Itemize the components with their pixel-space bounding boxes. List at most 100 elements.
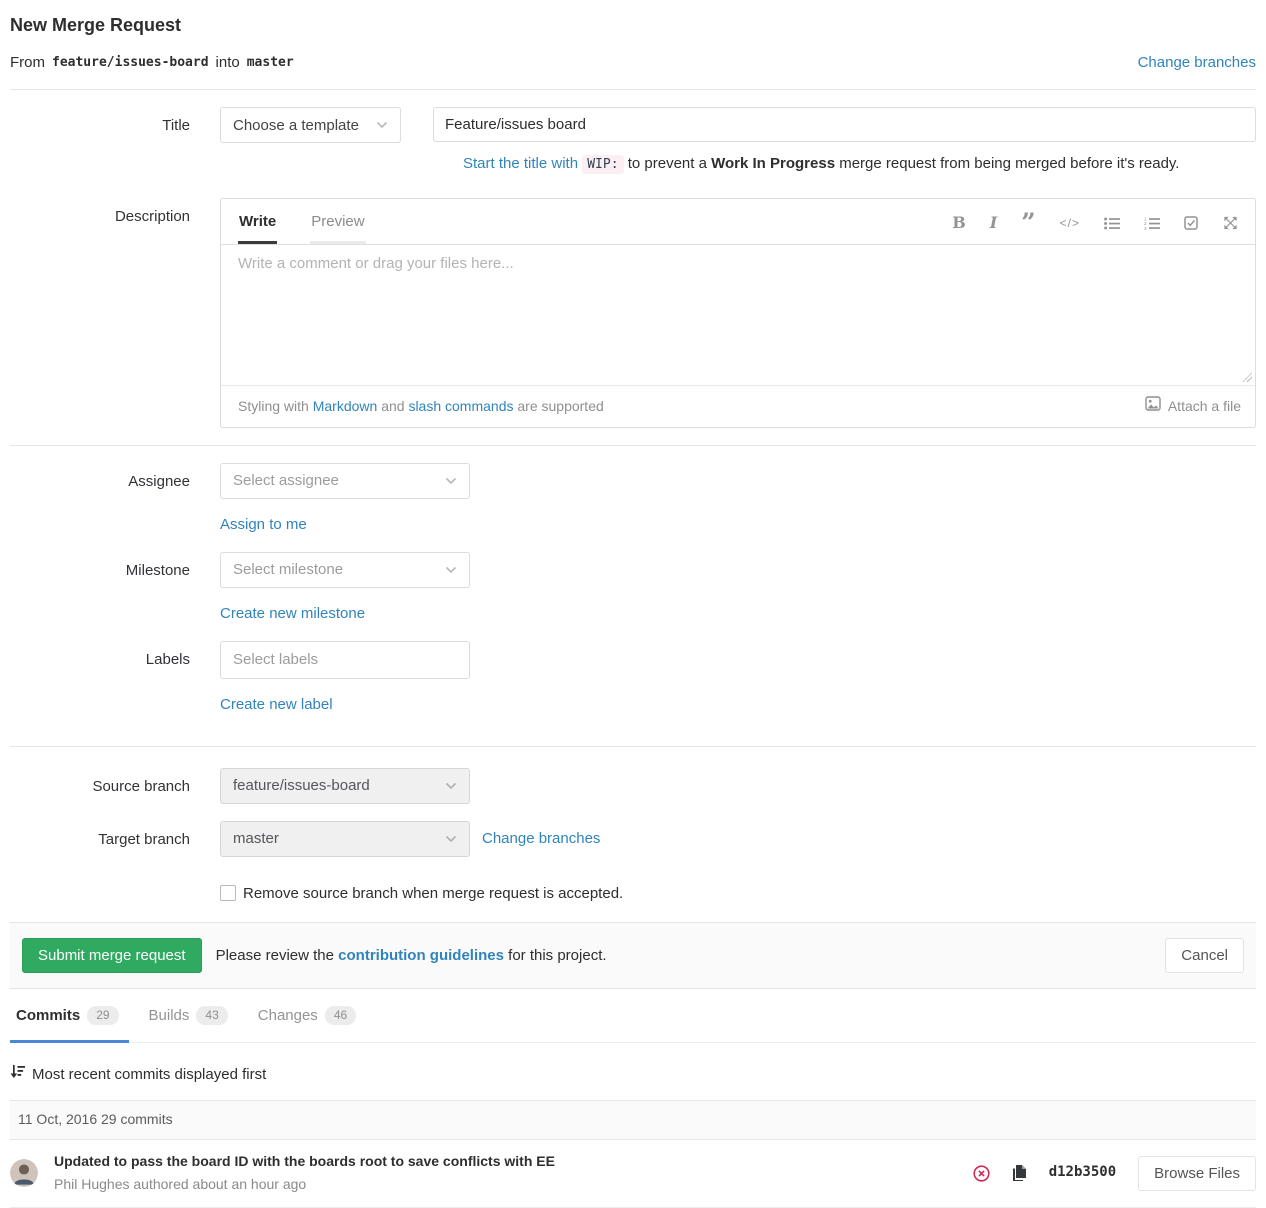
- tab-changes-label: Changes: [258, 1005, 318, 1026]
- tab-commits-count: 29: [87, 1006, 118, 1024]
- tab-builds-label: Builds: [149, 1005, 190, 1026]
- browse-files-button[interactable]: Browse Files: [1138, 1156, 1256, 1191]
- contribution-guidelines-link[interactable]: contribution guidelines: [338, 947, 504, 964]
- header-divider: [10, 89, 1256, 90]
- fullscreen-icon[interactable]: [1223, 216, 1238, 230]
- wip-hint: Start the title with WIP: to prevent a W…: [463, 153, 1256, 174]
- attach-image-icon: [1145, 396, 1161, 417]
- choose-template-text: Choose a template: [233, 115, 359, 136]
- tab-commits-label: Commits: [16, 1005, 80, 1026]
- labels-placeholder: Select labels: [233, 649, 318, 670]
- submit-merge-request-button[interactable]: Submit merge request: [22, 938, 202, 973]
- source-branch-value: feature/issues-board: [233, 775, 370, 796]
- description-row: Description Write Preview B I ” </>: [10, 198, 1256, 428]
- assignee-row: Assignee Select assignee Assign to me: [10, 463, 1256, 535]
- choose-template-dropdown[interactable]: Choose a template: [220, 107, 401, 143]
- milestone-label: Milestone: [10, 552, 190, 624]
- wip-code: WIP:: [582, 155, 623, 174]
- review-text: Please review the contribution guideline…: [216, 945, 607, 966]
- assignee-dropdown[interactable]: Select assignee: [220, 463, 470, 499]
- avatar[interactable]: [10, 1159, 38, 1187]
- tab-changes-count: 46: [325, 1006, 356, 1024]
- review-suffix: for this project.: [508, 947, 606, 964]
- markdown-footer: Styling with Markdown and slash commands…: [221, 385, 1255, 427]
- wip-hint-tail: merge request from being merged before i…: [839, 155, 1179, 172]
- sort-amount-desc-icon: [10, 1064, 25, 1085]
- wip-hint-mid: to prevent a: [628, 155, 707, 172]
- commits-date-header: 11 Oct, 2016 29 commits: [10, 1100, 1256, 1140]
- into-label: into: [216, 52, 240, 73]
- assignee-placeholder: Select assignee: [233, 470, 339, 491]
- target-branch-dropdown[interactable]: master: [220, 821, 470, 857]
- labels-input[interactable]: Select labels: [220, 641, 470, 679]
- markdown-link[interactable]: Markdown: [313, 397, 378, 417]
- title-input[interactable]: [433, 107, 1256, 142]
- title-row: Title Choose a template Start the title …: [10, 107, 1256, 174]
- create-new-milestone-link[interactable]: Create new milestone: [220, 603, 365, 624]
- assignee-label: Assignee: [10, 463, 190, 535]
- task-list-icon[interactable]: [1184, 216, 1199, 230]
- commits-sort-note: Most recent commits displayed first: [10, 1043, 1256, 1100]
- svg-text:3: 3: [1144, 225, 1147, 229]
- new-merge-request-page: New Merge Request From feature/issues-bo…: [0, 13, 1266, 1208]
- chevron-down-icon: [445, 477, 457, 485]
- remove-source-branch-checkbox[interactable]: [220, 885, 236, 901]
- ci-status-failed-icon[interactable]: [973, 1165, 990, 1182]
- change-branches-link-top[interactable]: Change branches: [1138, 52, 1256, 73]
- markdown-toolbar: B I ” </> 123: [952, 212, 1238, 244]
- tab-preview[interactable]: Preview: [310, 199, 365, 244]
- wip-hint-link[interactable]: Start the title with: [463, 155, 578, 172]
- create-new-label-link[interactable]: Create new label: [220, 694, 333, 715]
- target-branch-label: Target branch: [10, 821, 190, 857]
- chevron-down-icon: [376, 121, 388, 129]
- milestone-dropdown[interactable]: Select milestone: [220, 552, 470, 588]
- assign-to-me-link[interactable]: Assign to me: [220, 514, 307, 535]
- commit-actions: d12b3500 Browse Files: [973, 1156, 1256, 1191]
- description-textarea[interactable]: [221, 245, 1255, 385]
- markdown-editor-header: Write Preview B I ” </> 123: [221, 199, 1255, 245]
- commit-title[interactable]: Updated to pass the board ID with the bo…: [54, 1152, 555, 1172]
- italic-icon[interactable]: I: [990, 212, 997, 234]
- section-divider-1: [10, 445, 1256, 446]
- milestone-row: Milestone Select milestone Create new mi…: [10, 552, 1256, 624]
- labels-label: Labels: [10, 641, 190, 715]
- source-branch-label: Source branch: [10, 768, 190, 804]
- title-label: Title: [10, 107, 190, 174]
- chevron-down-icon: [445, 566, 457, 574]
- commit-author-line: Phil Hughes authored about an hour ago: [54, 1175, 555, 1195]
- page-title: New Merge Request: [10, 13, 1256, 38]
- labels-row: Labels Select labels Create new label: [10, 641, 1256, 715]
- remove-source-branch-row: Remove source branch when merge request …: [220, 883, 1256, 922]
- tab-builds[interactable]: Builds 43: [143, 1005, 238, 1043]
- cancel-button[interactable]: Cancel: [1165, 938, 1244, 973]
- review-prefix: Please review the: [216, 947, 334, 964]
- tab-write[interactable]: Write: [238, 199, 277, 244]
- description-body: [221, 245, 1255, 385]
- tab-commits[interactable]: Commits 29: [10, 1005, 129, 1043]
- commit-info: Updated to pass the board ID with the bo…: [54, 1152, 555, 1195]
- attach-file-button[interactable]: Attach a file: [1145, 396, 1241, 417]
- target-branch-row: Target branch master Change branches: [10, 821, 1256, 857]
- chevron-down-icon: [445, 782, 457, 790]
- attach-file-label: Attach a file: [1168, 397, 1241, 417]
- mr-tabs: Commits 29 Builds 43 Changes 46: [10, 989, 1256, 1043]
- code-icon[interactable]: </>: [1060, 215, 1080, 232]
- quote-icon[interactable]: ”: [1021, 216, 1035, 230]
- copy-sha-icon[interactable]: [1012, 1165, 1027, 1181]
- slash-commands-link[interactable]: slash commands: [408, 397, 513, 417]
- commit-sha[interactable]: d12b3500: [1049, 1163, 1116, 1183]
- resize-grip[interactable]: [1242, 372, 1252, 382]
- change-branches-link-form[interactable]: Change branches: [482, 828, 600, 849]
- from-label: From: [10, 52, 45, 73]
- source-branch-name: feature/issues-board: [52, 54, 209, 72]
- numbered-list-icon[interactable]: 123: [1144, 217, 1160, 230]
- bullet-list-icon[interactable]: [1104, 217, 1120, 230]
- submit-bar: Submit merge request Please review the c…: [10, 922, 1256, 989]
- source-branch-dropdown[interactable]: feature/issues-board: [220, 768, 470, 804]
- source-branch-row: Source branch feature/issues-board: [10, 768, 1256, 804]
- tab-builds-count: 43: [196, 1006, 227, 1024]
- markdown-editor: Write Preview B I ” </> 123: [220, 198, 1256, 428]
- tab-changes[interactable]: Changes 46: [252, 1005, 366, 1043]
- description-label: Description: [10, 198, 190, 428]
- bold-icon[interactable]: B: [952, 212, 966, 234]
